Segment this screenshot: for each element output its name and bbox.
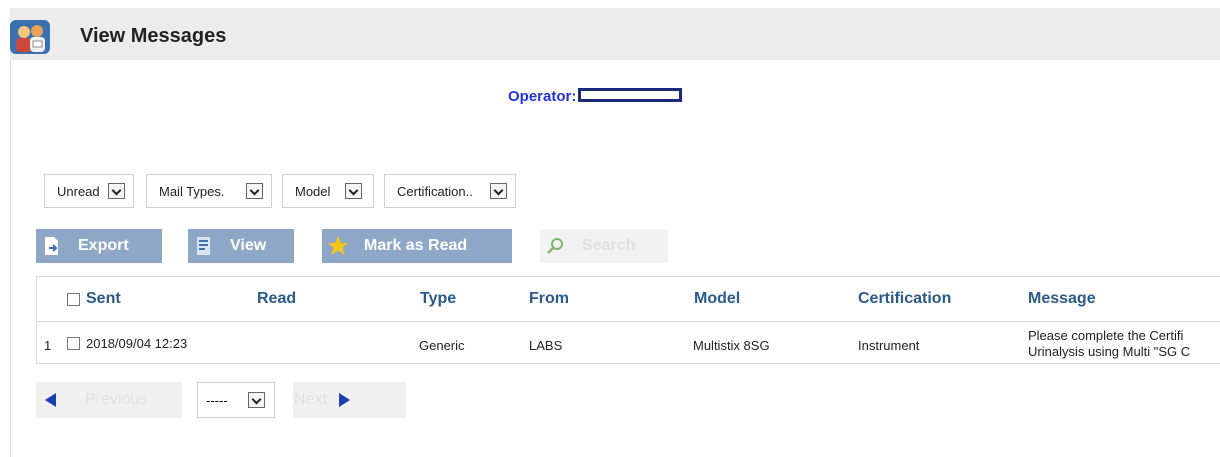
page-select-value: ----- [206,392,228,408]
row-number: 1 [44,338,52,353]
read-status-filter[interactable]: Unread [44,174,134,208]
operator-label: Operator: [508,88,577,105]
chevron-down-icon[interactable] [345,183,362,199]
view-button[interactable]: View [188,229,294,263]
export-button[interactable]: Export [36,229,162,263]
certification-filter[interactable]: Certification.. [384,174,516,208]
next-button[interactable]: Next [293,382,406,418]
page-title: View Messages [80,25,227,47]
model-cell: Multistix 8SG [693,338,770,353]
message-line-1: Please complete the Certifi [1028,328,1184,343]
search-label: Search [582,237,636,254]
search-button[interactable]: Search [540,229,668,263]
view-icon [188,229,220,263]
column-header-read[interactable]: Read [257,290,296,308]
mail-types-filter[interactable]: Mail Types. [146,174,272,208]
arrow-right-icon [338,393,350,407]
mark-as-read-button[interactable]: Mark as Read [322,229,512,263]
from-cell: LABS [529,338,563,353]
chevron-down-icon[interactable] [108,183,125,199]
column-header-type[interactable]: Type [420,290,456,308]
sent-value: 2018/09/04 12:23 [86,336,188,351]
messages-icon [10,20,58,56]
type-cell: Generic [419,338,465,353]
mail-types-value: Mail Types. [159,183,225,199]
message-line-2: Urinalysis using Multi "SG C [1028,344,1191,359]
model-filter[interactable]: Model [282,174,374,208]
operator-field: Operator: [508,87,683,105]
messages-table: Sent Read Type From Model Certification … [36,276,1220,364]
model-value: Model [295,183,331,199]
page-left-border [10,60,11,457]
chevron-down-icon[interactable] [248,392,265,408]
chevron-down-icon[interactable] [490,183,507,199]
arrow-left-icon [45,393,56,407]
sent-cell: 2018/09/04 12:23 [67,336,187,351]
message-cell: Please complete the Certifi Urinalysis u… [1028,328,1220,360]
view-label: View [230,237,267,254]
search-icon [540,229,572,263]
mark-as-read-label: Mark as Read [364,237,468,254]
page-header: View Messages [10,8,1220,60]
page-select[interactable]: ----- [197,382,275,418]
certification-cell: Instrument [858,338,920,353]
export-label: Export [78,237,129,254]
certification-value: Certification.. [397,183,473,199]
column-header-message[interactable]: Message [1028,290,1096,308]
operator-redacted-box [578,87,683,102]
column-header-model[interactable]: Model [694,290,740,308]
column-header-certification[interactable]: Certification [858,290,951,308]
column-header-from[interactable]: From [529,290,569,308]
row-checkbox[interactable] [67,337,80,350]
previous-button[interactable]: Previous [36,382,182,418]
chevron-down-icon[interactable] [246,183,263,199]
export-icon [36,229,68,263]
column-header-sent[interactable]: Sent [67,290,121,308]
star-icon [322,229,354,263]
next-label: Next [294,391,327,408]
read-status-value: Unread [57,183,100,199]
select-all-checkbox[interactable] [67,292,80,306]
table-header-row: Sent Read Type From Model Certification … [37,277,1220,322]
previous-label: Previous [85,391,148,408]
